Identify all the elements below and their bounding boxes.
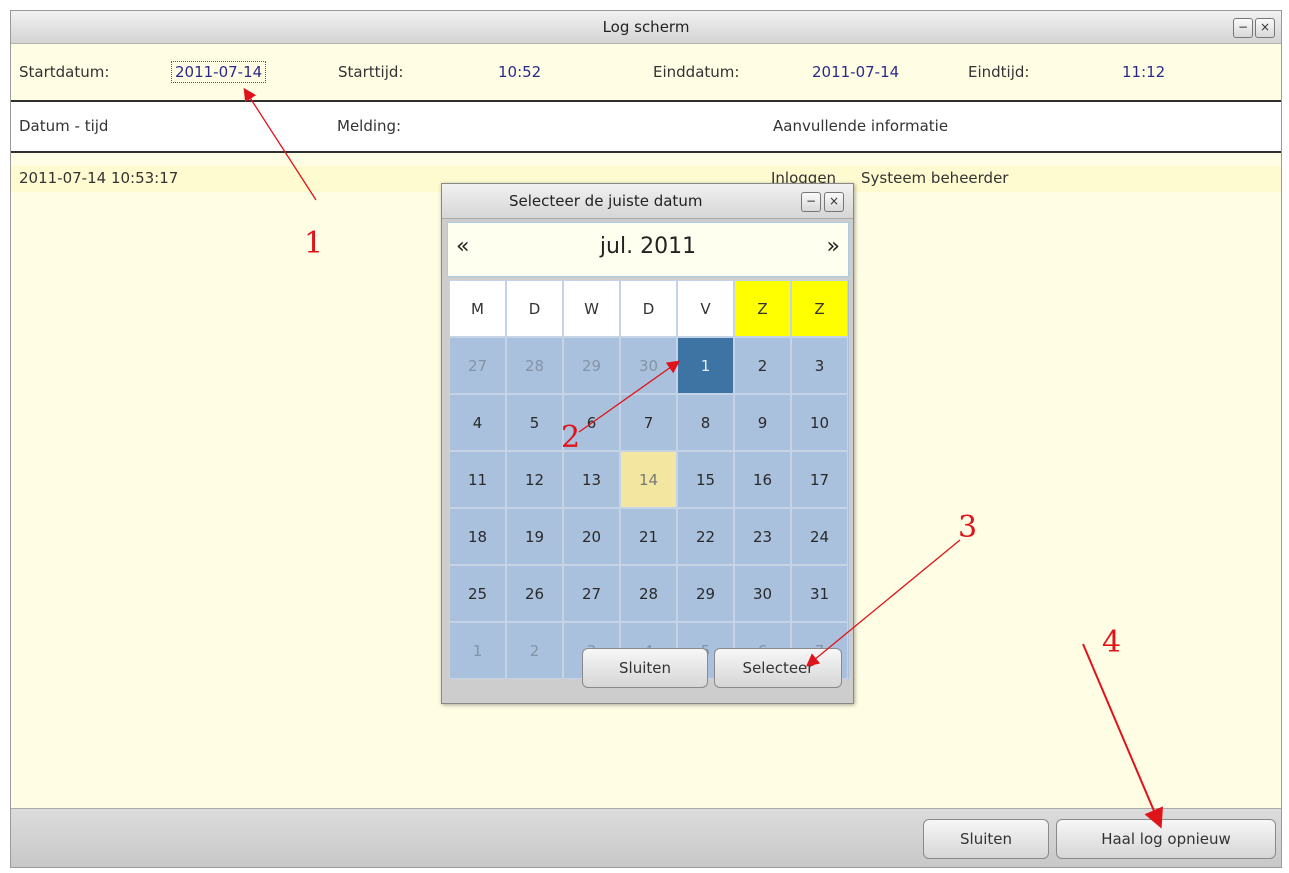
start-date-field[interactable]: 2011-07-14 — [171, 61, 267, 83]
weekday-header: W — [563, 280, 620, 337]
annotation-label-3: 3 — [958, 510, 978, 545]
day-cell[interactable]: 17 — [791, 451, 848, 508]
day-cell[interactable]: 30 — [620, 337, 677, 394]
annotation-label-1: 1 — [304, 226, 324, 261]
day-cell[interactable]: 2 — [734, 337, 791, 394]
close-icon[interactable]: × — [1255, 18, 1275, 38]
day-cell[interactable]: 13 — [563, 451, 620, 508]
day-cell[interactable]: 18 — [449, 508, 506, 565]
header-divider-bottom — [11, 151, 1281, 153]
column-header-datetime: Datum - tijd — [19, 117, 109, 135]
day-cell[interactable]: 20 — [563, 508, 620, 565]
end-time-field[interactable]: 11:12 — [1122, 63, 1165, 81]
end-date-label: Einddatum: — [653, 63, 740, 81]
day-cell[interactable]: 28 — [506, 337, 563, 394]
day-cell[interactable]: 23 — [734, 508, 791, 565]
day-cell[interactable]: 11 — [449, 451, 506, 508]
day-cell[interactable]: 27 — [449, 337, 506, 394]
day-cell[interactable]: 16 — [734, 451, 791, 508]
day-cell[interactable]: 19 — [506, 508, 563, 565]
day-cell[interactable]: 25 — [449, 565, 506, 622]
day-cell[interactable]: 10 — [791, 394, 848, 451]
month-navigator: « jul. 2011 » — [447, 222, 849, 277]
close-button[interactable]: Sluiten — [923, 819, 1049, 859]
day-cell[interactable]: 7 — [620, 394, 677, 451]
day-cell[interactable]: 3 — [791, 337, 848, 394]
day-cell[interactable]: 15 — [677, 451, 734, 508]
calendar-titlebar[interactable]: Selecteer de juiste datum − × — [442, 184, 853, 219]
close-icon[interactable]: × — [824, 192, 844, 212]
filter-bar: Startdatum: 2011-07-14 Starttijd: 10:52 … — [11, 44, 1281, 100]
day-cell[interactable]: 4 — [449, 394, 506, 451]
day-cell[interactable]: 5 — [506, 394, 563, 451]
column-header-info: Aanvullende informatie — [773, 117, 949, 135]
window-title: Log scherm — [602, 18, 690, 36]
next-month-icon[interactable]: » — [827, 234, 840, 259]
calendar-close-button[interactable]: Sluiten — [582, 648, 708, 688]
day-cell[interactable]: 1 — [449, 622, 506, 679]
end-time-label: Eindtijd: — [968, 63, 1030, 81]
day-cell[interactable]: 28 — [620, 565, 677, 622]
annotation-label-2: 2 — [561, 420, 581, 455]
day-cell[interactable]: 21 — [620, 508, 677, 565]
calendar-dialog: Selecteer de juiste datum − × « jul. 201… — [441, 183, 854, 704]
day-cell[interactable]: 24 — [791, 508, 848, 565]
month-label: jul. 2011 — [599, 234, 697, 259]
calendar-select-button[interactable]: Selecteer — [714, 648, 842, 688]
start-time-label: Starttijd: — [338, 63, 404, 81]
day-cell[interactable]: 9 — [734, 394, 791, 451]
day-cell[interactable]: 31 — [791, 565, 848, 622]
day-cell[interactable]: 27 — [563, 565, 620, 622]
column-header-message: Melding: — [337, 117, 402, 135]
calendar-title: Selecteer de juiste datum — [509, 192, 703, 210]
day-cell-today[interactable]: 14 — [620, 451, 677, 508]
day-cell-selected[interactable]: 1 — [677, 337, 734, 394]
window-footer: Sluiten Haal log opnieuw — [11, 808, 1281, 867]
weekday-header: Z — [734, 280, 791, 337]
day-cell[interactable]: 12 — [506, 451, 563, 508]
day-cell[interactable]: 22 — [677, 508, 734, 565]
day-cell[interactable]: 29 — [677, 565, 734, 622]
annotation-label-4: 4 — [1102, 625, 1122, 660]
day-cell[interactable]: 29 — [563, 337, 620, 394]
reload-log-button[interactable]: Haal log opnieuw — [1056, 819, 1276, 859]
row-info: Systeem beheerder — [861, 169, 1009, 187]
weekday-header: V — [677, 280, 734, 337]
weekday-header: D — [506, 280, 563, 337]
end-date-field[interactable]: 2011-07-14 — [812, 63, 899, 81]
day-cell[interactable]: 26 — [506, 565, 563, 622]
day-cell[interactable]: 2 — [506, 622, 563, 679]
minimize-icon[interactable]: − — [1233, 18, 1253, 38]
weekday-header: M — [449, 280, 506, 337]
start-date-label: Startdatum: — [19, 63, 110, 81]
row-datetime: 2011-07-14 10:53:17 — [19, 169, 179, 187]
day-cell[interactable]: 30 — [734, 565, 791, 622]
day-cell[interactable]: 8 — [677, 394, 734, 451]
weekday-header: D — [620, 280, 677, 337]
window-titlebar[interactable]: Log scherm − × — [11, 11, 1281, 44]
start-time-field[interactable]: 10:52 — [498, 63, 541, 81]
table-header: Datum - tijd Melding: Aanvullende inform… — [11, 102, 1281, 151]
calendar-grid: M D W D V Z Z 27 28 29 30 1 2 3 4 5 6 7 8 9 10 11 12 13 14 15 16 17… — [449, 280, 849, 679]
minimize-icon[interactable]: − — [801, 192, 821, 212]
weekday-header: Z — [791, 280, 848, 337]
